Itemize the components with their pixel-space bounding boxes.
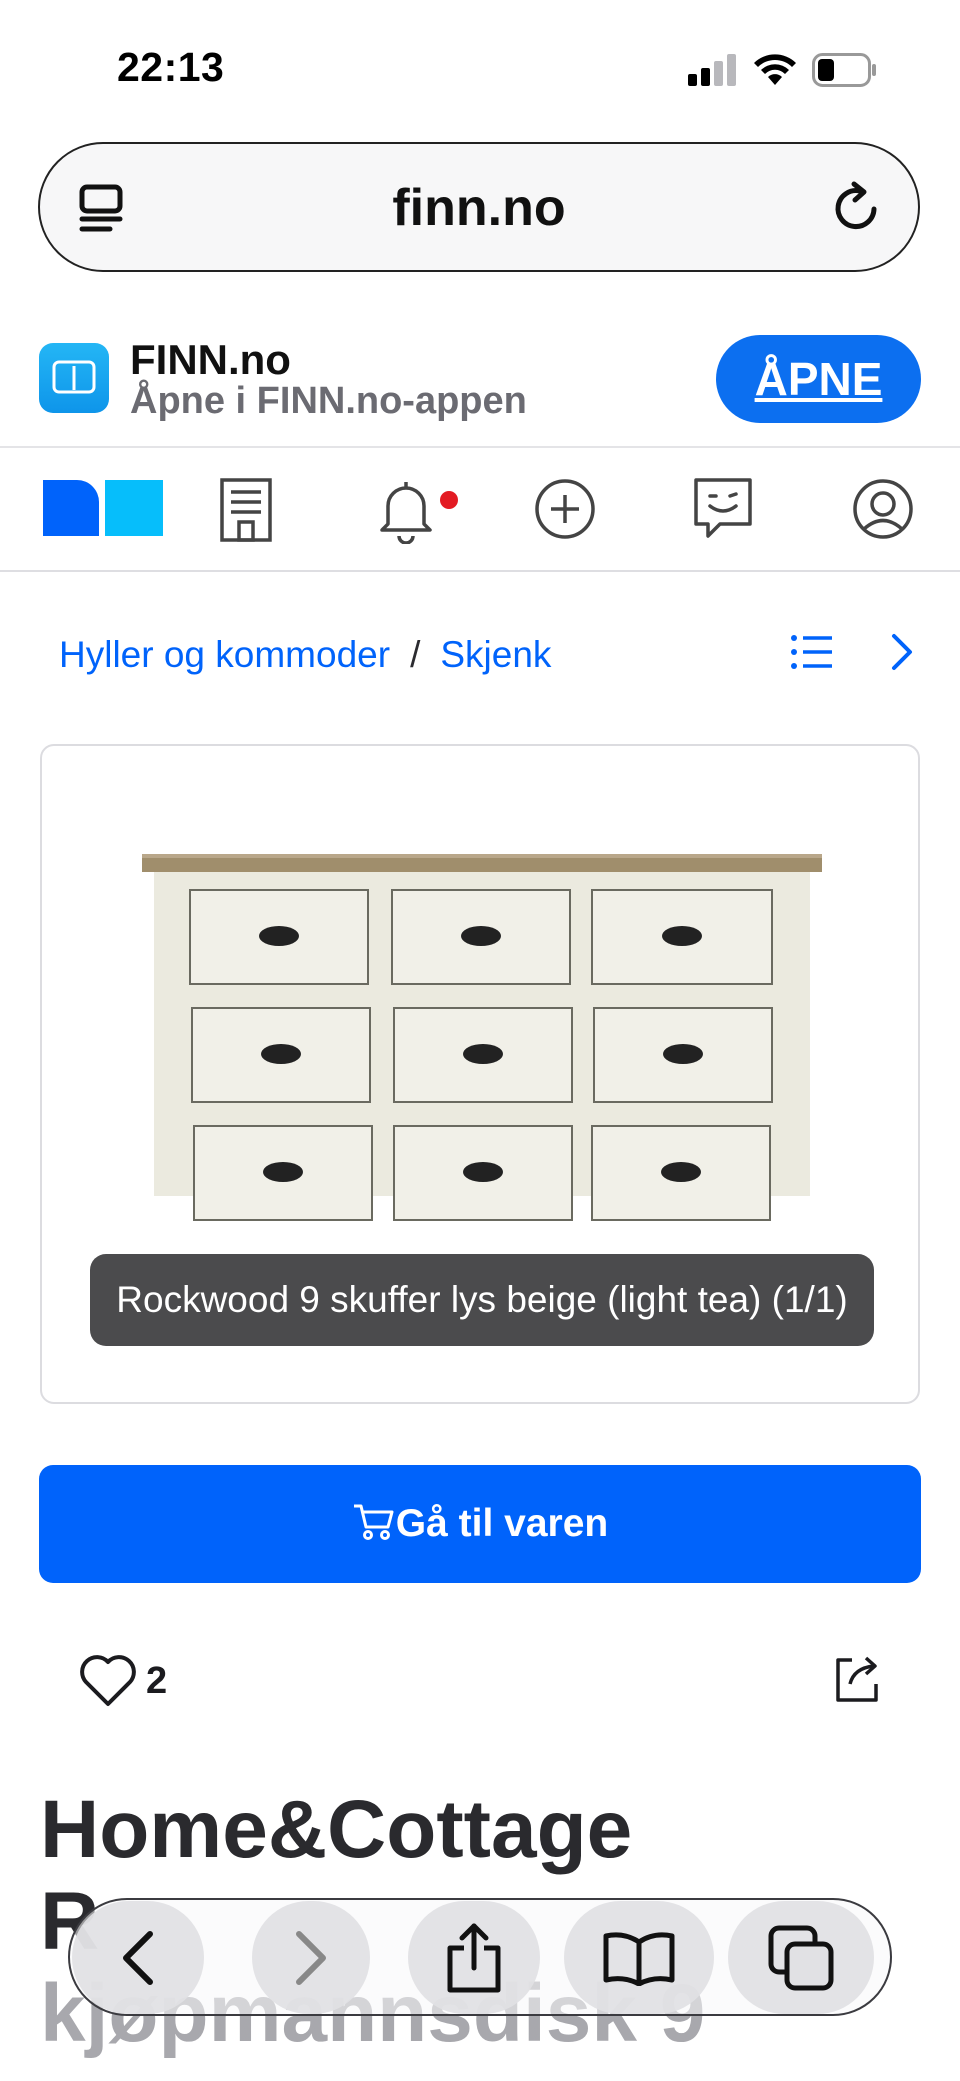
notification-dot (440, 491, 458, 509)
share-icon[interactable] (830, 1652, 884, 1706)
list-icon[interactable] (790, 632, 834, 672)
finn-app-icon (39, 343, 109, 413)
breadcrumb-item-shelves[interactable]: Hyller og kommoder (59, 634, 390, 675)
url-text[interactable]: finn.no (40, 178, 918, 238)
forward-button[interactable] (252, 1901, 370, 2014)
tabs-overview-icon (768, 1925, 834, 1990)
image-caption: Rockwood 9 skuffer lys beige (light tea)… (90, 1254, 874, 1346)
go-to-product-label: Gå til varen (395, 1502, 609, 1545)
favorite-count: 2 (146, 1660, 168, 1702)
app-banner: FINN.no Åpne i FINN.no-appen ÅPNE (0, 318, 960, 448)
tabs-overview-button[interactable] (728, 1901, 874, 2014)
share-button[interactable] (408, 1901, 540, 2014)
wifi-icon (754, 54, 796, 85)
heart-icon[interactable] (78, 1652, 138, 1708)
plus-circle-icon[interactable] (532, 474, 598, 544)
building-icon[interactable] (216, 474, 276, 544)
chat-icon[interactable] (690, 474, 756, 544)
breadcrumb-item-sideboard[interactable]: Skjenk (440, 634, 551, 675)
cart-icon (353, 1504, 394, 1540)
app-subtitle: Åpne i FINN.no-appen (130, 380, 527, 422)
forward-icon (296, 1930, 326, 1985)
status-time: 22:13 (117, 44, 225, 90)
product-image-card[interactable]: Rockwood 9 skuffer lys beige (light tea)… (40, 744, 920, 1404)
open-app-button[interactable]: ÅPNE (716, 335, 921, 423)
share-icon (447, 1923, 501, 1992)
profile-icon[interactable] (850, 474, 916, 544)
product-image (142, 854, 822, 1221)
breadcrumb-separator: / (410, 634, 421, 675)
finn-logo[interactable] (43, 480, 163, 536)
address-bar[interactable]: finn.no (38, 142, 920, 272)
back-icon (123, 1930, 153, 1985)
status-bar: 22:13 (0, 0, 960, 130)
browser-toolbar (68, 1898, 892, 2016)
reload-icon[interactable] (830, 181, 884, 235)
title-line-1: Home&Cottage (40, 1784, 633, 1875)
app-name: FINN.no (130, 336, 291, 383)
bell-icon[interactable] (376, 474, 436, 544)
bookmarks-button[interactable] (564, 1901, 714, 2014)
go-to-product-button[interactable]: Gå til varen (39, 1465, 921, 1583)
actions-row: 2 (0, 1640, 960, 1720)
chevron-right-icon[interactable] (884, 630, 920, 674)
bookmarks-icon (603, 1931, 675, 1986)
breadcrumb: Hyller og kommoder / Skjenk (59, 634, 551, 676)
signal-icon (688, 54, 736, 86)
back-button[interactable] (72, 1901, 204, 2014)
battery-icon (812, 53, 876, 87)
site-nav (0, 450, 960, 572)
